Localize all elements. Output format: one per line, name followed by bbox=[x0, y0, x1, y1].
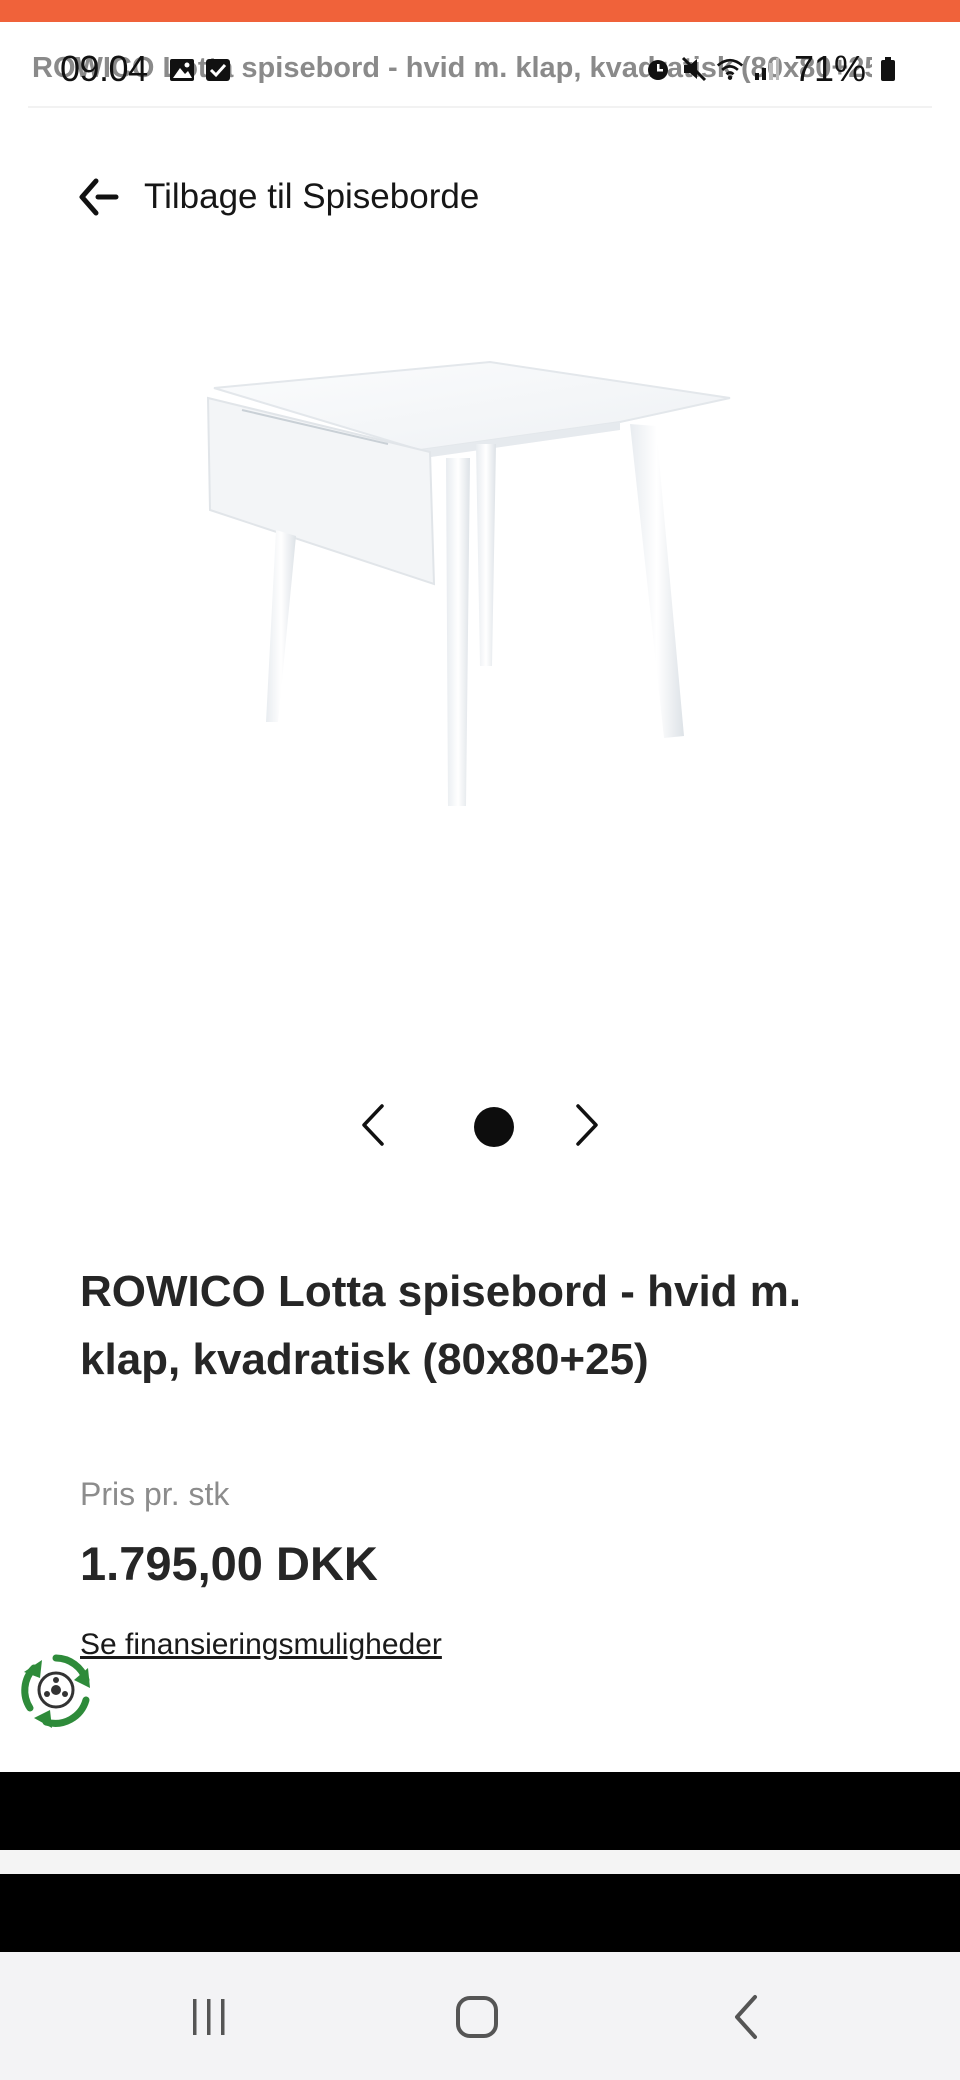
mute-icon bbox=[680, 55, 708, 83]
recycle-icon[interactable] bbox=[16, 1650, 96, 1730]
accent-strip bbox=[0, 0, 960, 22]
back-link-label: Tilbage til Spiseborde bbox=[144, 177, 480, 216]
chevron-right-icon[interactable] bbox=[564, 1100, 610, 1150]
wifi-icon bbox=[716, 55, 744, 83]
battery-percentage: 71% bbox=[793, 48, 866, 89]
image-carousel-controls bbox=[350, 1090, 610, 1160]
black-banner-top bbox=[0, 1772, 960, 1850]
recent-apps-icon bbox=[193, 1999, 225, 2035]
signal-icon bbox=[752, 55, 780, 83]
arrow-left-icon bbox=[79, 178, 119, 216]
header-divider bbox=[28, 106, 932, 108]
alarm-icon bbox=[644, 55, 672, 83]
banner-gap bbox=[0, 1850, 960, 1874]
home-button[interactable] bbox=[432, 1982, 522, 2052]
chevron-left-icon[interactable] bbox=[350, 1100, 396, 1150]
financing-options-link[interactable]: Se finansieringsmuligheder bbox=[80, 1628, 442, 1662]
product-price: 1.795,00 DKK bbox=[80, 1537, 378, 1590]
status-time: 09.04 bbox=[60, 48, 148, 89]
product-title: ROWICO Lotta spisebord - hvid m. klap, k… bbox=[80, 1267, 802, 1384]
product-image[interactable] bbox=[190, 340, 750, 820]
price-label: Pris pr. stk bbox=[80, 1476, 230, 1512]
back-icon bbox=[735, 1995, 757, 2039]
checkbox-icon bbox=[206, 59, 230, 81]
recent-apps-button[interactable] bbox=[164, 1982, 254, 2052]
system-navigation-bar bbox=[0, 1952, 960, 2080]
status-system-icons: 71% bbox=[644, 48, 902, 90]
status-bar: ROWICO Lotta spisebord - hvid m. klap, k… bbox=[0, 22, 960, 102]
gallery-icon bbox=[170, 59, 194, 81]
status-notification-icons bbox=[168, 56, 232, 84]
home-icon bbox=[456, 1996, 498, 2038]
carousel-indicator-active[interactable] bbox=[474, 1107, 514, 1147]
back-to-category-link[interactable]: Tilbage til Spiseborde bbox=[76, 172, 479, 222]
black-banner-bottom bbox=[0, 1874, 960, 1952]
back-button[interactable] bbox=[702, 1982, 792, 2052]
battery-icon bbox=[874, 55, 902, 83]
product-page: ROWICO Lotta spisebord - hvid m. klap, k… bbox=[0, 0, 960, 2080]
